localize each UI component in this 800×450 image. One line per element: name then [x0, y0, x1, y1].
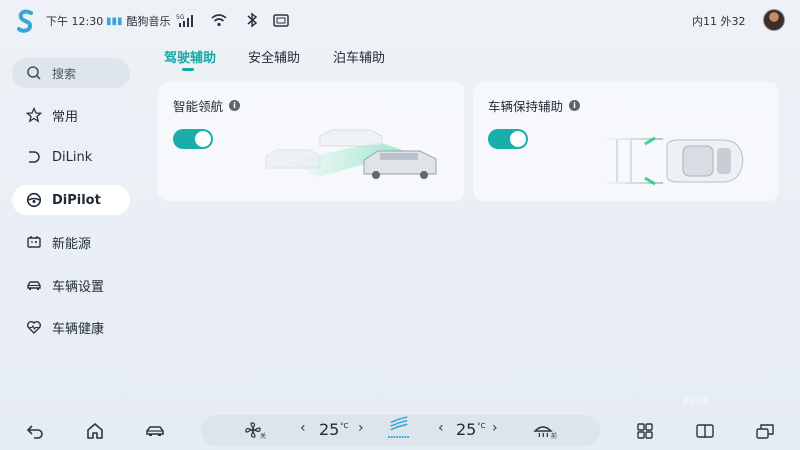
- temperature-readout: 内11 外32: [692, 15, 746, 28]
- card-title: 智能领航 i: [173, 96, 241, 115]
- signal-5g-icon: 5G: [176, 14, 193, 27]
- sidebar-item-label: 车辆健康: [52, 321, 105, 337]
- multi-window-icon[interactable]: [754, 420, 776, 442]
- car-icon[interactable]: [144, 420, 166, 442]
- sidebar-item-label: DiLink: [52, 149, 93, 165]
- sidebar-item-dilink[interactable]: DiLink: [12, 142, 130, 172]
- star-icon: [24, 105, 44, 125]
- search-button[interactable]: 搜索: [12, 58, 130, 88]
- info-icon[interactable]: i: [229, 100, 241, 111]
- sidebar-item-label: 常用: [52, 109, 79, 125]
- left-temp-unit: °C: [340, 422, 349, 430]
- battery-icon: [24, 232, 44, 252]
- app-grid-icon[interactable]: [634, 420, 656, 442]
- lane-keep-card: 车辆保持辅助 i: [473, 82, 779, 201]
- avatar[interactable]: [763, 9, 785, 31]
- sidebar-item-vehicle-settings[interactable]: 车辆设置: [12, 270, 130, 300]
- defrost-label: 前: [551, 433, 558, 440]
- music-app-label: 酷狗音乐: [126, 15, 171, 28]
- toggle-knob: [195, 131, 211, 147]
- toggle-knob: [510, 131, 526, 147]
- screen-icon: [273, 14, 289, 27]
- smart-pilot-illustration-icon: [265, 129, 437, 179]
- left-temp-value: 25: [319, 420, 340, 439]
- right-temp-value: 25: [456, 420, 477, 439]
- right-temp-down-button[interactable]: ‹: [438, 420, 444, 436]
- sidebar-item-label: 新能源: [52, 236, 92, 252]
- right-temp-up-button[interactable]: ›: [492, 420, 498, 436]
- heart-pulse-icon: [24, 317, 44, 337]
- app-logo-icon[interactable]: [14, 8, 38, 34]
- svg-text:5G: 5G: [176, 14, 185, 21]
- tab-parking-assist[interactable]: 泊车辅助: [333, 47, 385, 66]
- right-temp-unit: °C: [477, 422, 486, 430]
- sidebar-item-dipilot[interactable]: DiPilot: [12, 185, 130, 215]
- sidebar-item-vehicle-health[interactable]: 车辆健康: [12, 312, 130, 342]
- left-temp-up-button[interactable]: ›: [358, 420, 364, 436]
- dilink-icon: [24, 147, 44, 167]
- smart-pilot-toggle[interactable]: [173, 129, 213, 149]
- search-icon: [24, 63, 44, 83]
- fan-label: 关: [260, 433, 267, 440]
- sidebar-item-label: DiPilot: [52, 192, 101, 208]
- watermark: auto: [682, 395, 709, 406]
- home-icon[interactable]: [84, 420, 106, 442]
- sidebar-item-label: 车辆设置: [52, 279, 105, 295]
- info-icon[interactable]: i: [569, 100, 581, 111]
- wifi-icon: [211, 14, 227, 27]
- back-icon[interactable]: [24, 420, 46, 442]
- clock: 下午 12:30: [46, 15, 104, 28]
- lane-keep-illustration-icon: [603, 136, 744, 186]
- split-screen-icon[interactable]: [694, 420, 716, 442]
- tab-safety-assist[interactable]: 安全辅助: [248, 47, 300, 66]
- card-title-text: 车辆保持辅助: [488, 99, 564, 114]
- music-widget[interactable]: ▮▮▮ 酷狗音乐: [106, 13, 171, 29]
- status-bar: 下午 12:30 ▮▮▮ 酷狗音乐 5G 内11 外32: [0, 0, 800, 40]
- active-tab-indicator: [182, 68, 194, 71]
- tab-driving-assist[interactable]: 驾驶辅助: [164, 47, 216, 66]
- bluetooth-icon: [247, 12, 258, 28]
- music-bars-icon: ▮▮▮: [106, 15, 123, 27]
- lane-keep-toggle[interactable]: [488, 129, 528, 149]
- steering-wheel-icon: [24, 190, 44, 210]
- card-title: 车辆保持辅助 i: [488, 96, 581, 115]
- sidebar-item-common[interactable]: 常用: [12, 100, 130, 130]
- seat-airflow-icon[interactable]: [388, 416, 410, 438]
- card-title-text: 智能领航: [173, 99, 224, 114]
- car-icon: [24, 275, 44, 295]
- left-temp-down-button[interactable]: ‹: [300, 420, 306, 436]
- sidebar-item-new-energy[interactable]: 新能源: [12, 227, 130, 257]
- search-label: 搜索: [52, 66, 77, 81]
- smart-pilot-card: 智能领航 i: [158, 82, 464, 201]
